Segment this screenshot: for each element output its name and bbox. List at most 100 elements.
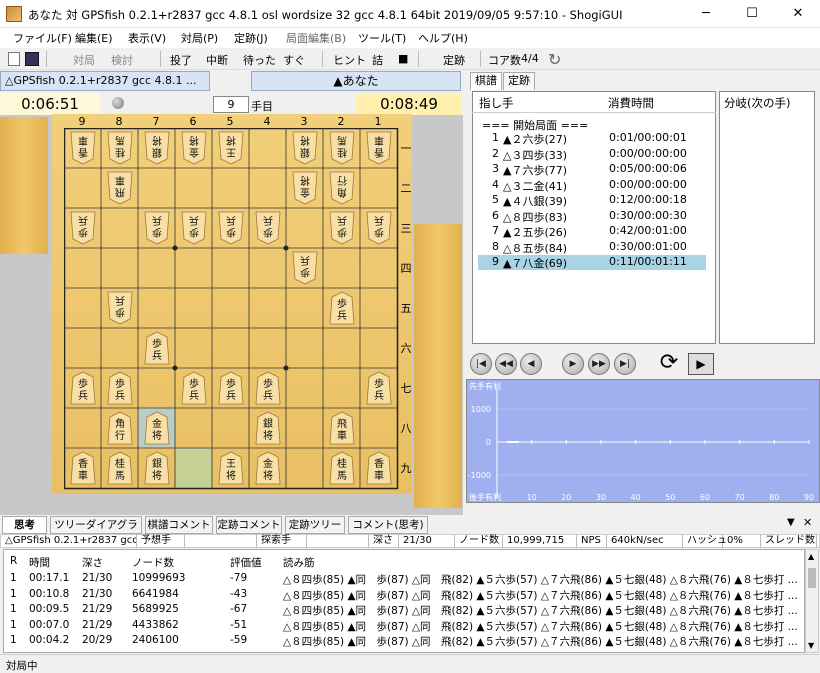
gote-piece[interactable]: 歩兵 xyxy=(70,211,96,245)
kifu-row[interactable]: 5 ▲４八銀(39) 0:12/00:00:18 xyxy=(478,193,706,208)
menu-play[interactable]: 対局(P) xyxy=(181,30,218,46)
kifu-row[interactable]: 3 ▲７六歩(77) 0:05/00:00:06 xyxy=(478,162,706,177)
gote-piece[interactable]: 歩兵 xyxy=(144,211,170,245)
gote-piece[interactable]: 桂馬 xyxy=(329,131,355,165)
gote-piece[interactable]: 王将 xyxy=(218,131,244,165)
kifu-row[interactable]: 4 △３二金(41) 0:00/00:00:00 xyxy=(478,178,706,193)
interrupt-button[interactable]: 中断 xyxy=(206,52,228,68)
sente-piece[interactable]: 香車 xyxy=(366,451,392,485)
kifu-row[interactable]: 6 △８四歩(83) 0:30/00:00:30 xyxy=(478,209,706,224)
sente-piece[interactable]: 歩兵 xyxy=(144,331,170,365)
sente-piece[interactable]: 金将 xyxy=(144,411,170,445)
review-button[interactable]: 検討 xyxy=(111,52,133,68)
gote-piece[interactable]: 歩兵 xyxy=(218,211,244,245)
menu-tools[interactable]: ツール(T) xyxy=(358,30,406,46)
pv-row[interactable]: 1 00:04.2 20/29 2406100 -59 △８四歩(85) ▲同 歩(87)… xyxy=(0,634,800,649)
gote-piece-stand[interactable] xyxy=(0,117,48,254)
tsume-button[interactable]: 詰 xyxy=(372,52,383,68)
move-now-button[interactable]: すぐ xyxy=(283,52,305,68)
gote-piece[interactable]: 歩兵 xyxy=(181,211,207,245)
menu-file[interactable]: ファイル(F) xyxy=(13,30,72,46)
pv-scrollbar[interactable]: ▲ ▼ xyxy=(805,549,819,653)
menu-view[interactable]: 表示(V) xyxy=(128,30,166,46)
tab-tree-diagram[interactable]: ツリーダイアグラム xyxy=(50,516,142,547)
sente-piece[interactable]: 角行 xyxy=(107,411,133,445)
sente-piece[interactable]: 歩兵 xyxy=(329,291,355,325)
gote-piece[interactable]: 角行 xyxy=(329,171,355,205)
pv-row[interactable]: 1 00:09.5 21/29 5689925 -67 △８四歩(85) ▲同 歩(87)… xyxy=(0,603,800,618)
sente-piece[interactable]: 歩兵 xyxy=(255,371,281,405)
back-button[interactable]: ◀ xyxy=(520,353,542,375)
sente-piece[interactable]: 桂馬 xyxy=(107,451,133,485)
gote-piece[interactable]: 歩兵 xyxy=(329,211,355,245)
close-button[interactable]: ✕ xyxy=(775,0,820,28)
sente-piece[interactable]: 王将 xyxy=(218,451,244,485)
tab-joseki-comment[interactable]: 定跡コメント xyxy=(216,516,282,534)
tab-kifu-comment[interactable]: 棋譜コメント xyxy=(145,516,213,534)
gote-piece[interactable]: 金将 xyxy=(181,131,207,165)
gote-piece[interactable]: 銀将 xyxy=(144,131,170,165)
sente-piece[interactable]: 歩兵 xyxy=(366,371,392,405)
menu-help[interactable]: ヘルプ(H) xyxy=(418,30,468,46)
gote-piece[interactable]: 歩兵 xyxy=(366,211,392,245)
joseki-button[interactable]: 定跡 xyxy=(443,52,465,68)
tab-joseki-tree[interactable]: 定跡ツリー xyxy=(285,516,345,534)
tab-thinking[interactable]: 思考 xyxy=(2,516,47,534)
sente-piece[interactable]: 桂馬 xyxy=(329,451,355,485)
undo-button[interactable]: 待った xyxy=(243,52,276,68)
sente-piece[interactable]: 歩兵 xyxy=(181,371,207,405)
gote-piece[interactable]: 飛車 xyxy=(107,171,133,205)
sente-piece[interactable]: 銀将 xyxy=(144,451,170,485)
new-file-icon[interactable] xyxy=(8,52,20,66)
pv-row[interactable]: 1 00:10.8 21/30 6641984 -43 △８四歩(85) ▲同 歩(87)… xyxy=(0,588,800,603)
sente-piece[interactable]: 金将 xyxy=(255,451,281,485)
tab-joseki[interactable]: 定跡 xyxy=(503,72,535,90)
menu-position-edit[interactable]: 局面編集(B) xyxy=(286,30,346,46)
gote-piece[interactable]: 歩兵 xyxy=(107,291,133,325)
save-icon[interactable] xyxy=(25,52,39,66)
scroll-down-icon[interactable]: ▼ xyxy=(808,641,814,650)
sente-piece[interactable]: 飛車 xyxy=(329,411,355,445)
play-button[interactable]: 対局 xyxy=(73,52,95,68)
pv-row[interactable]: 1 00:17.1 21/30 10999693 -79 △８四歩(85) ▲同 歩(87… xyxy=(0,572,800,587)
hint-button[interactable]: ヒント xyxy=(333,52,366,68)
sente-piece[interactable]: 歩兵 xyxy=(218,371,244,405)
gote-piece[interactable]: 桂馬 xyxy=(107,131,133,165)
resign-button[interactable]: 投了 xyxy=(170,52,192,68)
kifu-row[interactable]: 2 △３四歩(33) 0:00/00:00:00 xyxy=(478,147,706,162)
last-move-button[interactable]: ▶| xyxy=(614,353,636,375)
gote-piece[interactable]: 歩兵 xyxy=(292,251,318,285)
gote-piece[interactable]: 歩兵 xyxy=(255,211,281,245)
kifu-row[interactable]: 9 ▲７八金(69) 0:11/00:01:11 xyxy=(478,255,706,270)
pv-row[interactable]: 1 00:07.0 21/29 4433862 -51 △８四歩(85) ▲同 歩(87)… xyxy=(0,619,800,634)
move-number-field[interactable]: 9 xyxy=(213,96,249,113)
sente-piece[interactable]: 銀将 xyxy=(255,411,281,445)
sente-piece[interactable]: 歩兵 xyxy=(107,371,133,405)
back-many-button[interactable]: ◀◀ xyxy=(495,353,517,375)
kifu-row[interactable]: 8 △８五歩(84) 0:30/00:01:00 xyxy=(478,240,706,255)
sente-piece-stand[interactable] xyxy=(414,224,462,508)
forward-many-button[interactable]: ▶▶ xyxy=(588,353,610,375)
first-move-button[interactable]: |◀ xyxy=(470,353,492,375)
kifu-row[interactable]: 7 ▲２五歩(26) 0:42/00:01:00 xyxy=(478,224,706,239)
tab-thinking-comment[interactable]: コメント(思考) xyxy=(348,516,428,534)
dropdown-icon[interactable]: ▼ xyxy=(787,517,795,528)
kifu-row[interactable]: 1 ▲２六歩(27) 0:01/00:00:01 xyxy=(478,131,706,146)
gote-piece[interactable]: 香車 xyxy=(70,131,96,165)
refresh-icon[interactable]: ↻ xyxy=(548,50,561,69)
forward-button[interactable]: ▶ xyxy=(562,353,584,375)
stop-button[interactable]: ■ xyxy=(398,52,408,65)
flip-board-icon[interactable]: ⟳ xyxy=(656,351,682,377)
sente-piece[interactable]: 歩兵 xyxy=(70,371,96,405)
scroll-thumb[interactable] xyxy=(808,568,816,588)
minimize-button[interactable]: ─ xyxy=(683,0,729,28)
play-kifu-icon[interactable]: ▶ xyxy=(688,353,714,375)
sente-piece[interactable]: 香車 xyxy=(70,451,96,485)
tab-kifu[interactable]: 棋譜 xyxy=(470,72,502,90)
menu-edit[interactable]: 編集(E) xyxy=(75,30,113,46)
maximize-button[interactable]: ☐ xyxy=(729,0,775,28)
gote-piece[interactable]: 金将 xyxy=(292,171,318,205)
scroll-up-icon[interactable]: ▲ xyxy=(808,552,814,561)
gote-piece[interactable]: 銀将 xyxy=(292,131,318,165)
menu-joseki[interactable]: 定跡(J) xyxy=(234,30,268,46)
